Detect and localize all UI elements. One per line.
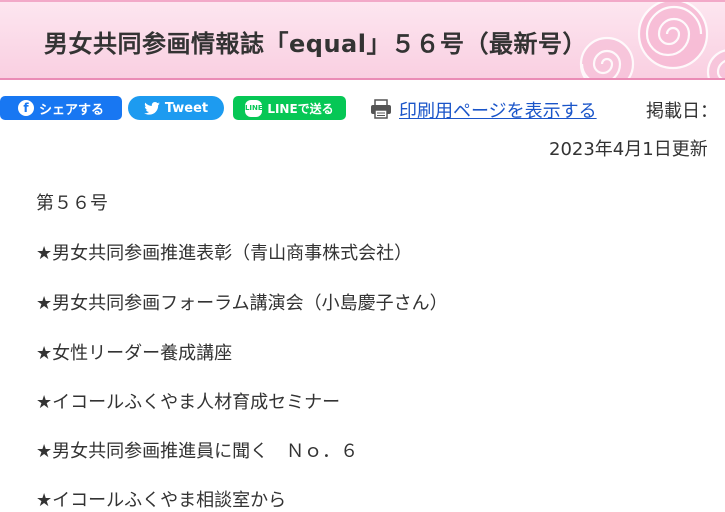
line-icon: LINE — [245, 99, 263, 117]
share-toolbar: f シェアする Tweet LINE LINEで送る 印刷用ページを表示する 掲… — [0, 94, 725, 124]
print-page-link[interactable]: 印刷用ページを表示する — [399, 97, 597, 123]
twitter-bird-icon — [144, 101, 160, 115]
list-item: ★女性リーダー養成講座 — [36, 343, 233, 364]
line-share-button[interactable]: LINE LINEで送る — [233, 96, 346, 120]
issue-number: 第５６号 — [36, 193, 108, 214]
posted-date-label: 掲載日： — [646, 101, 718, 122]
rose-icon — [579, 2, 725, 78]
list-item: ★イコールふくやま人材育成セミナー — [36, 392, 341, 413]
facebook-share-label: シェアする — [38, 102, 104, 118]
list-item: ★男女共同参画フォーラム講演会（小島慶子さん） — [36, 293, 448, 314]
page-title: 男女共同参画情報誌「equal」５６号（最新号） — [44, 30, 587, 58]
line-share-label: LINEで送る — [267, 101, 334, 116]
updated-date: 2023年4月1日更新 — [549, 139, 708, 160]
facebook-icon: f — [17, 100, 34, 116]
list-item: ★男女共同参画推進員に聞く Ｎｏ．６ — [36, 441, 359, 462]
tweet-label: Tweet — [164, 100, 209, 116]
facebook-share-button[interactable]: f シェアする — [0, 96, 122, 120]
printer-icon[interactable] — [370, 99, 392, 119]
tweet-button[interactable]: Tweet — [128, 96, 224, 120]
page-header: 男女共同参画情報誌「equal」５６号（最新号） — [0, 0, 725, 80]
list-item: ★男女共同参画推進表彰（青山商事株式会社） — [36, 243, 413, 264]
list-item: ★イコールふくやま相談室から — [36, 490, 287, 511]
